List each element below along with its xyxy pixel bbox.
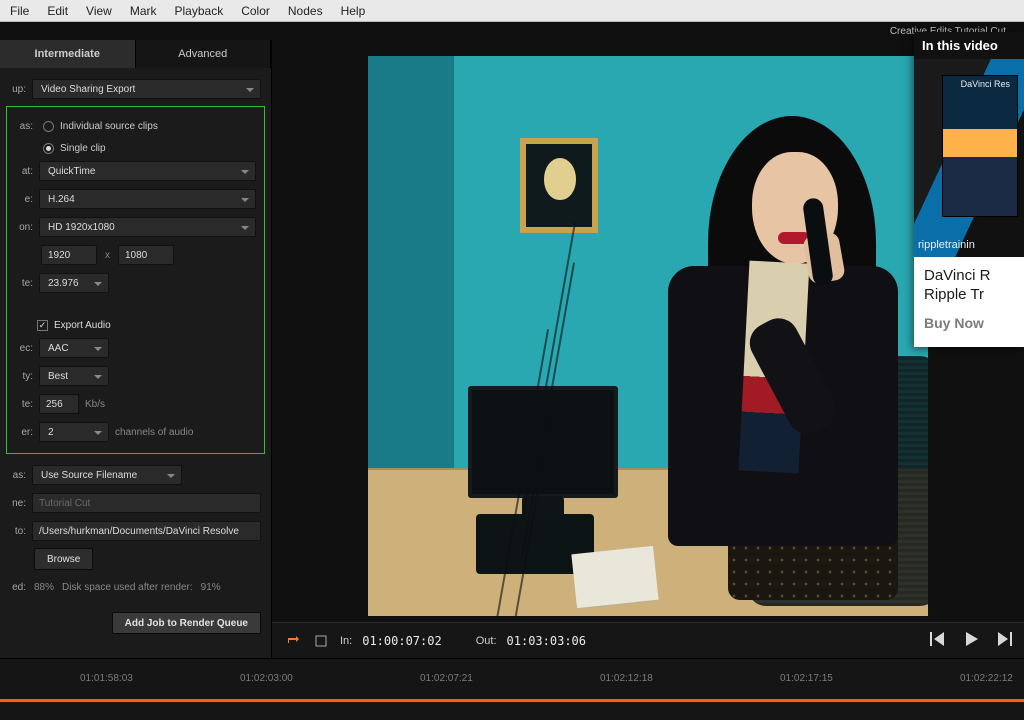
codec-label: e: <box>15 194 33 205</box>
out-timecode[interactable]: 01:03:03:06 <box>507 634 586 648</box>
resolution-select[interactable]: HD 1920x1080 <box>39 217 256 237</box>
in-label: In: <box>340 635 352 647</box>
audio-quality-select[interactable]: Best <box>39 366 109 386</box>
export-audio-label: Export Audio <box>54 320 111 331</box>
menu-edit[interactable]: Edit <box>47 4 68 18</box>
out-label: Out: <box>476 635 497 647</box>
audio-bitrate-input[interactable]: 256 <box>39 394 79 414</box>
video-viewer[interactable] <box>368 56 928 616</box>
timeline-tick: 01:02:07:21 <box>420 673 473 684</box>
framerate-label: te: <box>15 278 33 289</box>
audio-codec-label: ec: <box>15 343 33 354</box>
boxart-top-text: DaVinci Res <box>961 79 1010 89</box>
audio-bitrate-label: te: <box>15 399 33 410</box>
location-label: to: <box>8 526 26 537</box>
menu-color[interactable]: Color <box>241 4 270 18</box>
audio-quality-label: ty: <box>15 371 33 382</box>
res-width-input[interactable]: 1920 <box>41 245 97 265</box>
codec-select[interactable]: H.264 <box>39 189 256 209</box>
filename-mode-select[interactable]: Use Source Filename <box>32 465 182 485</box>
custom-name-label: ne: <box>8 498 26 509</box>
card-header: In this video <box>914 32 1024 59</box>
audio-channels-label: er: <box>15 427 33 438</box>
video-card-overlay: In this video DaVinci Res rippletrainin … <box>914 32 1024 347</box>
menu-mark[interactable]: Mark <box>130 4 157 18</box>
render-as-label: as: <box>15 121 33 132</box>
disk-label: ed: <box>8 582 26 593</box>
radio-individual-clips[interactable] <box>43 121 54 132</box>
disk-after-pct: 91% <box>201 582 221 593</box>
res-height-input[interactable]: 1080 <box>118 245 174 265</box>
timeline-tick: 01:02:17:15 <box>780 673 833 684</box>
video-frame <box>368 56 928 616</box>
timeline-range[interactable] <box>0 699 1024 702</box>
add-job-button[interactable]: Add Job to Render Queue <box>112 612 261 634</box>
radio-single-clip[interactable] <box>43 143 54 154</box>
radio-single-label: Single clip <box>60 143 106 154</box>
card-title: DaVinci R Ripple Tr <box>924 267 1014 305</box>
audio-codec-select[interactable]: AAC <box>39 338 109 358</box>
card-brand: rippletrainin <box>918 239 975 251</box>
disk-after-text: Disk space used after render: <box>62 582 193 593</box>
menu-file[interactable]: File <box>10 4 29 18</box>
export-audio-checkbox[interactable]: ✓ <box>37 320 48 331</box>
format-select[interactable]: QuickTime <box>39 161 256 181</box>
filename-mode-label: as: <box>8 470 26 481</box>
menu-playback[interactable]: Playback <box>175 4 224 18</box>
deliver-panel: Intermediate Advanced up: Video Sharing … <box>0 40 272 658</box>
match-frame-icon[interactable] <box>312 634 330 648</box>
card-boxart[interactable]: DaVinci Res rippletrainin <box>914 59 1024 257</box>
tab-intermediate[interactable]: Intermediate <box>0 40 136 68</box>
timeline[interactable]: 01:01:58:03 01:02:03:00 01:02:07:21 01:0… <box>0 658 1024 720</box>
audio-bitrate-unit: Kb/s <box>85 399 105 410</box>
framerate-select[interactable]: 23.976 <box>39 273 109 293</box>
menu-help[interactable]: Help <box>341 4 366 18</box>
browse-button[interactable]: Browse <box>34 548 93 570</box>
resolution-label: on: <box>15 222 33 233</box>
preset-label: up: <box>8 84 26 95</box>
in-timecode[interactable]: 01:00:07:02 <box>362 634 441 648</box>
timeline-tick: 01:02:12:18 <box>600 673 653 684</box>
timeline-tick: 01:02:22:12 <box>960 673 1013 684</box>
format-label: at: <box>15 166 33 177</box>
viewer-underbar: In: 01:00:07:02 Out: 01:03:03:06 <box>272 622 1024 658</box>
next-button[interactable] <box>996 632 1012 649</box>
disk-used-pct: 88% <box>34 582 54 593</box>
project-titlebar: Creative Edits Tutorial Cut <box>0 22 1024 40</box>
loop-icon[interactable] <box>284 634 302 648</box>
location-input[interactable]: /Users/hurkman/Documents/DaVinci Resolve <box>32 521 261 541</box>
render-settings-group: as: Individual source clips Single clip … <box>6 106 265 454</box>
play-button[interactable] <box>964 632 978 649</box>
menu-nodes[interactable]: Nodes <box>288 4 323 18</box>
radio-individual-label: Individual source clips <box>60 121 158 132</box>
viewer-area: In: 01:00:07:02 Out: 01:03:03:06 <box>272 40 1024 658</box>
prev-button[interactable] <box>930 632 946 649</box>
res-x-label: x <box>105 250 110 261</box>
buy-now-link[interactable]: Buy Now <box>924 315 984 331</box>
deliver-tabs: Intermediate Advanced <box>0 40 271 68</box>
custom-name-input[interactable]: Tutorial Cut <box>32 493 261 513</box>
timeline-tick: 01:02:03:00 <box>240 673 293 684</box>
audio-channels-suffix: channels of audio <box>115 427 193 438</box>
menubar: File Edit View Mark Playback Color Nodes… <box>0 0 1024 22</box>
tab-advanced[interactable]: Advanced <box>136 40 272 68</box>
audio-channels-select[interactable]: 2 <box>39 422 109 442</box>
transport-controls <box>930 632 1012 649</box>
preset-select[interactable]: Video Sharing Export <box>32 79 261 99</box>
timeline-tick: 01:01:58:03 <box>80 673 133 684</box>
menu-view[interactable]: View <box>86 4 112 18</box>
